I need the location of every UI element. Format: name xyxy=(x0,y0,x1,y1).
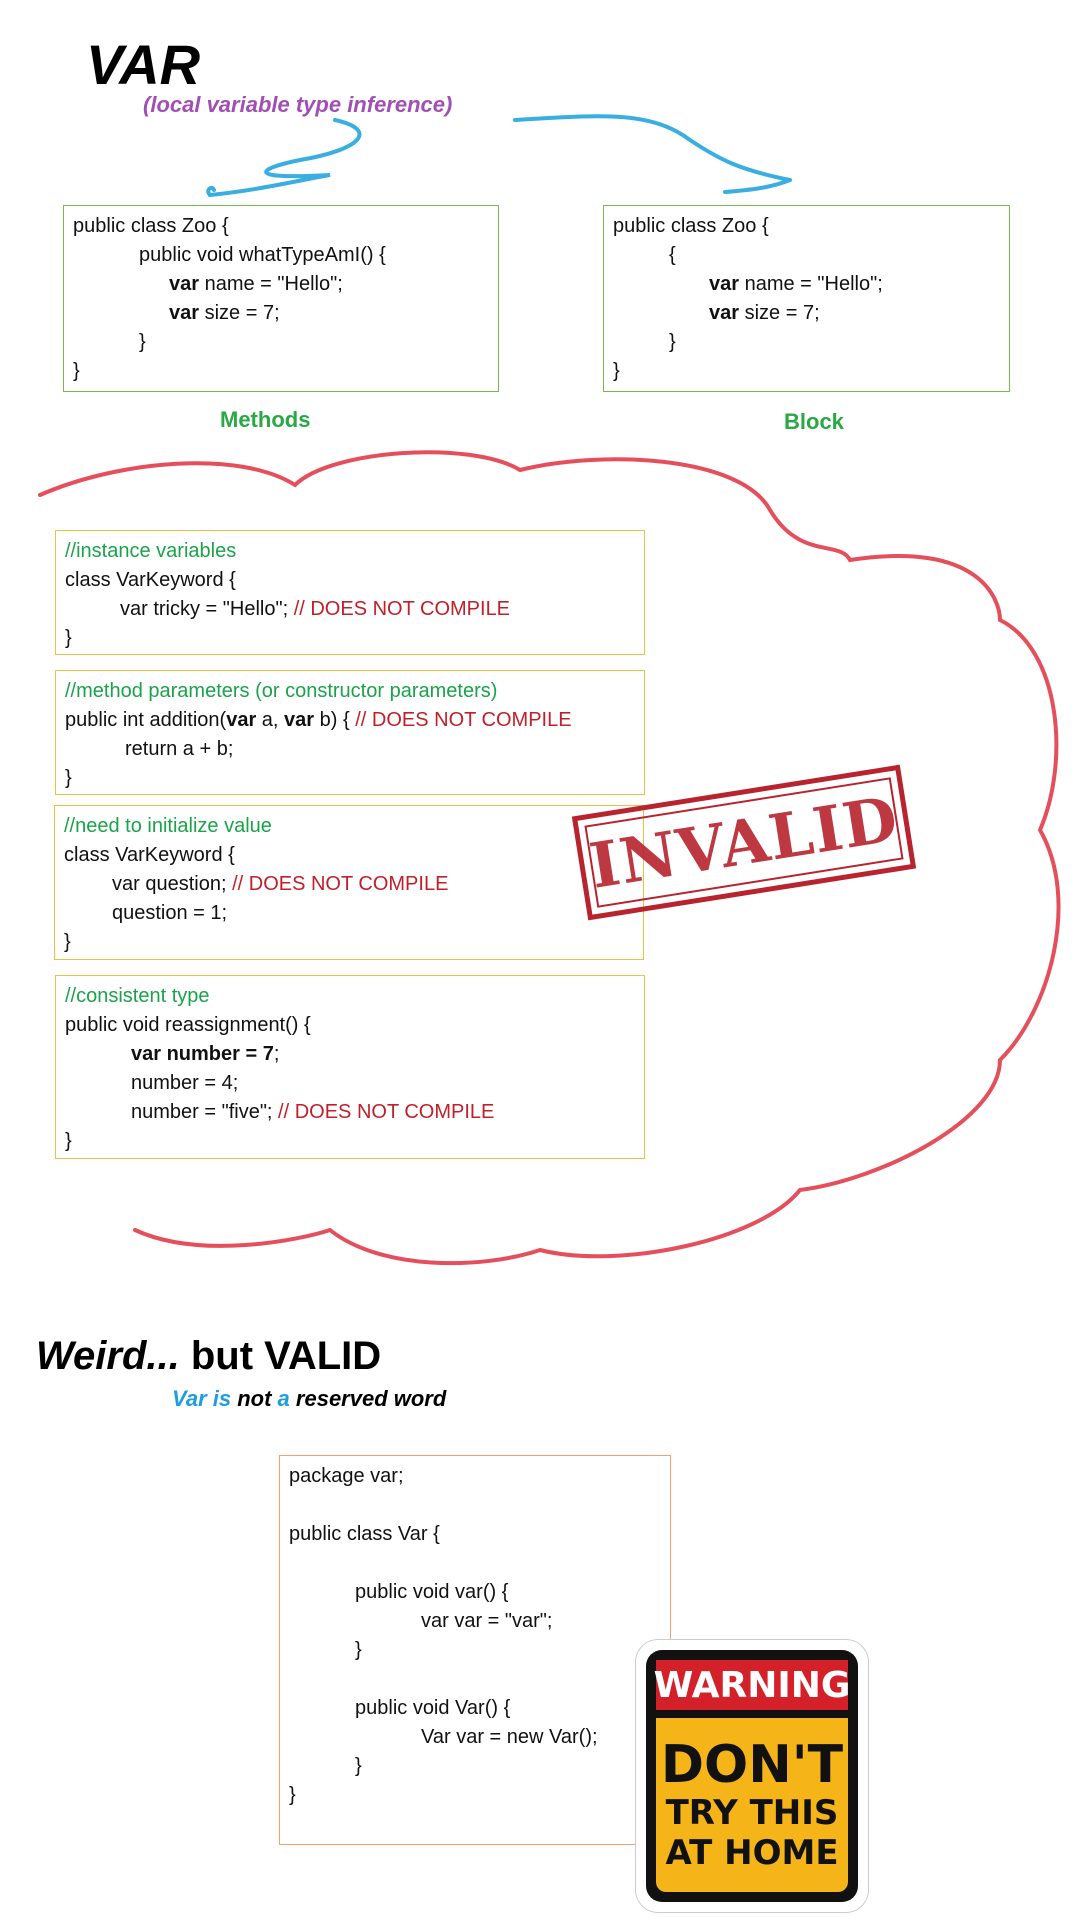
code-line: } xyxy=(65,627,72,649)
page-title: VAR xyxy=(86,33,201,96)
code-line: var name = "Hello"; xyxy=(613,270,1000,299)
code-text: public int addition( xyxy=(65,709,227,731)
code-line: var size = 7; xyxy=(73,299,489,328)
code-text: b) { xyxy=(314,709,356,731)
code-text: name = "Hello"; xyxy=(204,273,343,295)
warning-line1: DON'T xyxy=(660,1735,844,1795)
error-comment: // DOES NOT COMPILE xyxy=(278,1101,495,1123)
code-text: number = "five"; xyxy=(131,1101,279,1123)
code-line: var question; // DOES NOT COMPILE xyxy=(64,870,634,899)
sub-a: a xyxy=(271,1386,296,1411)
code-line: public class Zoo { xyxy=(613,215,769,237)
code-line: var tricky = "Hello"; // DOES NOT COMPIL… xyxy=(65,595,635,624)
code-text: ; xyxy=(273,1043,280,1065)
code-line: } xyxy=(73,360,80,382)
block-code-box: public class Zoo { { var name = "Hello";… xyxy=(603,205,1010,392)
sub-not: not xyxy=(237,1386,272,1411)
warning-sign-inner: WARNING DON'T TRY THIS AT HOME xyxy=(646,1650,858,1902)
sub-reserved: reserved word xyxy=(295,1386,447,1411)
code-line: number = 4; xyxy=(131,1072,239,1094)
code-line: } xyxy=(355,1639,362,1661)
code-line: number = "five"; // DOES NOT COMPILE xyxy=(65,1098,635,1127)
code-text: a, xyxy=(256,709,285,731)
code-line: var size = 7; xyxy=(613,299,1000,328)
code-line: } xyxy=(65,767,72,789)
code-line: var name = "Hello"; xyxy=(73,270,489,299)
code-line: question = 1; xyxy=(112,902,228,924)
valid-subheading: Var is not a reserved word xyxy=(172,1386,446,1412)
code-line: public class Zoo { xyxy=(73,215,229,237)
valid-heading: Weird... but VALID xyxy=(36,1334,381,1379)
invalid-initialize-box: //need to initialize value class VarKeyw… xyxy=(54,805,644,960)
sub-is: is xyxy=(206,1386,238,1411)
code-text: name = "Hello"; xyxy=(744,273,883,295)
code-comment: //consistent type xyxy=(65,985,210,1007)
warning-sign: WARNING DON'T TRY THIS AT HOME xyxy=(636,1640,868,1912)
code-text: var question; xyxy=(112,873,233,895)
code-line: } xyxy=(139,331,146,353)
code-line: public void reassignment() { xyxy=(65,1014,311,1036)
valid-code-box: package var; public class Var { public v… xyxy=(279,1455,671,1845)
keyword: var xyxy=(169,273,200,295)
arrow-to-block xyxy=(513,114,792,194)
code-line: public class Var { xyxy=(289,1523,440,1545)
warning-body: DON'T TRY THIS AT HOME xyxy=(656,1718,848,1892)
code-line: var var = "var"; xyxy=(421,1610,553,1632)
heading-italic: Weird... xyxy=(36,1334,180,1378)
keyword: var number = 7 xyxy=(131,1043,274,1065)
invalid-method-parameters-box: //method parameters (or constructor para… xyxy=(55,670,645,795)
keyword: var xyxy=(709,273,740,295)
code-line: return a + b; xyxy=(125,738,234,760)
code-line: Var var = new Var(); xyxy=(421,1726,598,1748)
warning-banner: WARNING xyxy=(653,1660,851,1710)
code-line: public void var() { xyxy=(355,1581,509,1603)
error-comment: // DOES NOT COMPILE xyxy=(355,709,572,731)
code-comment: //method parameters (or constructor para… xyxy=(65,680,498,702)
invalid-instance-variables-box: //instance variables class VarKeyword { … xyxy=(55,530,645,655)
code-text: size = 7; xyxy=(744,302,820,324)
keyword: var xyxy=(226,709,257,731)
code-line: } xyxy=(65,1130,72,1152)
code-line: } xyxy=(669,331,676,353)
code-line: } xyxy=(64,931,71,953)
code-line: } xyxy=(289,1784,296,1806)
error-comment: // DOES NOT COMPILE xyxy=(232,873,449,895)
methods-label: Methods xyxy=(220,407,311,432)
warning-line3: AT HOME xyxy=(665,1833,839,1873)
code-comment: //need to initialize value xyxy=(64,815,272,837)
invalid-consistent-type-box: //consistent type public void reassignme… xyxy=(55,975,645,1159)
arrow-to-methods xyxy=(206,118,362,197)
code-line: package var; xyxy=(289,1465,404,1487)
code-line: { xyxy=(669,244,676,266)
code-line: class VarKeyword { xyxy=(65,569,236,591)
methods-code-box: public class Zoo { public void whatTypeA… xyxy=(63,205,499,392)
error-comment: // DOES NOT COMPILE xyxy=(293,598,511,620)
code-line: public void whatTypeAmI() { xyxy=(139,244,386,266)
keyword: var xyxy=(284,709,315,731)
code-text: size = 7; xyxy=(204,302,280,324)
code-comment: //instance variables xyxy=(65,540,237,562)
code-line: public int addition(var a, var b) { // D… xyxy=(65,706,635,735)
sub-var: Var xyxy=(172,1386,207,1411)
code-line: class VarKeyword { xyxy=(64,844,235,866)
page-subtitle: (local variable type inference) xyxy=(143,92,453,117)
code-line: public void Var() { xyxy=(355,1697,511,1719)
heading-rest: but VALID xyxy=(179,1334,382,1378)
keyword: var xyxy=(169,302,200,324)
code-line: } xyxy=(613,360,620,382)
code-text: var tricky = "Hello"; xyxy=(120,598,289,620)
block-label: Block xyxy=(784,409,844,434)
keyword: var xyxy=(709,302,740,324)
warning-top-text: WARNING xyxy=(653,1664,851,1706)
code-line: } xyxy=(355,1755,362,1777)
warning-line2: TRY THIS xyxy=(665,1793,839,1833)
code-line: var number = 7; xyxy=(65,1040,635,1069)
